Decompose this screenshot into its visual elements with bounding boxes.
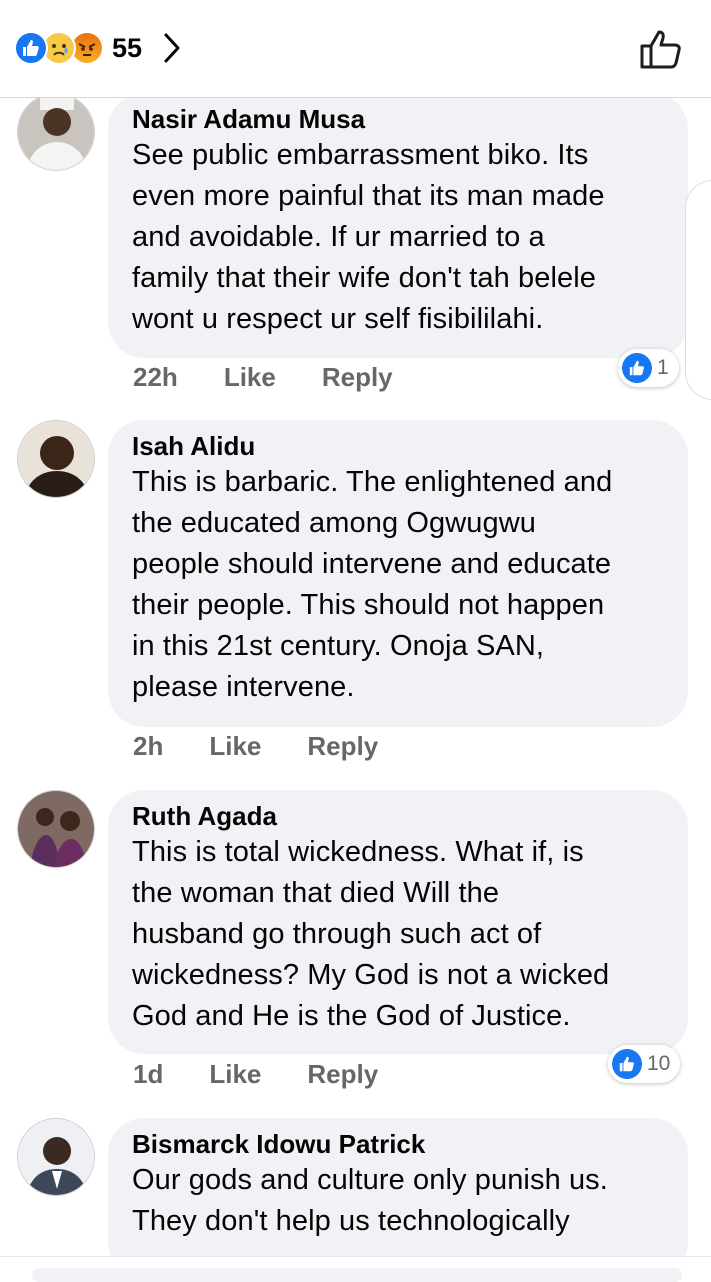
reactions-header: 55 [0, 0, 711, 98]
avatar[interactable] [17, 1118, 95, 1196]
comment-timestamp: 1d [133, 1059, 164, 1089]
comment-timestamp: 2h [133, 731, 164, 761]
avatar[interactable] [17, 790, 95, 868]
reaction-summary[interactable]: 55 [14, 30, 182, 66]
reply-button[interactable]: Reply [322, 362, 393, 393]
comment-text: See public embarrassment biko. Its even … [132, 139, 605, 335]
like-reaction-icon [14, 31, 48, 65]
comment-timestamp: 22h [133, 362, 178, 392]
like-reaction-icon [612, 1049, 642, 1079]
thumbs-up-outline-icon[interactable] [639, 28, 683, 75]
comment-input[interactable] [32, 1268, 682, 1282]
chevron-right-icon[interactable] [162, 32, 182, 64]
comment-actions: 2h Like Reply [133, 731, 424, 762]
like-button[interactable]: Like [209, 1059, 261, 1090]
comment-reaction-count[interactable]: 10 [608, 1045, 681, 1083]
comment-author[interactable]: Bismarck Idowu Patrick [132, 1128, 664, 1160]
comment-bubble: Ruth Agada This is total wickedness. Wha… [108, 790, 688, 1054]
comment-actions: 22h Like Reply [133, 362, 439, 393]
comment-author[interactable]: Nasir Adamu Musa [132, 103, 664, 135]
comment-text: This is total wickedness. What if, is th… [132, 836, 610, 1032]
side-scroll-handle[interactable] [685, 180, 711, 400]
comment-author[interactable]: Isah Alidu [132, 430, 664, 462]
like-reaction-icon [622, 353, 652, 383]
comment-reaction-count[interactable]: 1 [618, 349, 679, 387]
comment-bubble: Nasir Adamu Musa See public embarrassmen… [108, 93, 688, 358]
reply-button[interactable]: Reply [307, 731, 378, 762]
comment-bubble: Bismarck Idowu Patrick Our gods and cult… [108, 1118, 688, 1278]
like-button[interactable]: Like [224, 362, 276, 393]
comment-text: Our gods and culture only punish us. The… [132, 1164, 608, 1237]
reply-button[interactable]: Reply [307, 1059, 378, 1090]
comment-author[interactable]: Ruth Agada [132, 800, 664, 832]
reaction-count: 55 [112, 32, 143, 63]
avatar[interactable] [17, 420, 95, 498]
comment-text: This is barbaric. The enlightened and th… [132, 466, 613, 703]
comment-bubble: Isah Alidu This is barbaric. The enlight… [108, 420, 688, 727]
like-button[interactable]: Like [209, 731, 261, 762]
comment-actions: 1d Like Reply [133, 1059, 424, 1090]
avatar[interactable] [17, 93, 95, 171]
